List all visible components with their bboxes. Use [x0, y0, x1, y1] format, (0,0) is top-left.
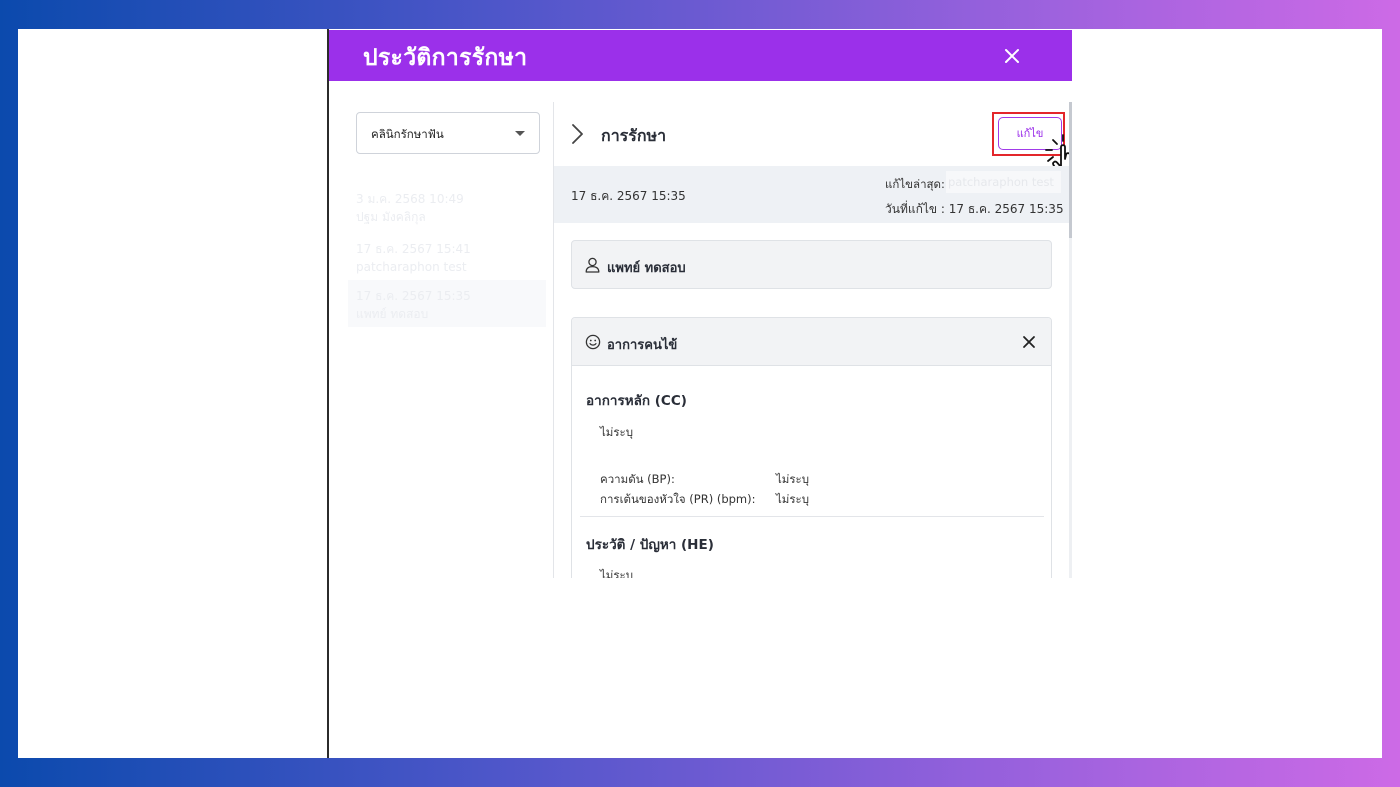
- record-info-bar: 17 ธ.ค. 2567 15:35 แก้ไขล่าสุด: patchara…: [554, 166, 1069, 223]
- section-divider: [580, 516, 1044, 517]
- user-icon: [585, 257, 600, 273]
- close-icon[interactable]: [1021, 334, 1037, 350]
- record-date: 17 ธ.ค. 2567 15:35: [571, 189, 686, 203]
- he-value: ไม่ระบุ: [600, 568, 634, 578]
- history-item-date: 17 ธ.ค. 2567 15:35: [356, 289, 471, 303]
- history-item-date: 3 ม.ค. 2568 10:49: [356, 192, 464, 206]
- symptom-card: อาการคนไข้ อาการหลัก (CC) ไม่ระบุ ความดั…: [571, 317, 1052, 578]
- history-item[interactable]: 17 ธ.ค. 2567 15:41 patcharaphon test: [348, 233, 546, 280]
- detail-title: การรักษา: [601, 126, 667, 145]
- modal-header: ประวัติการรักษา: [329, 30, 1072, 81]
- last-edit-user: patcharaphon test: [946, 171, 1061, 193]
- cc-value: ไม่ระบุ: [600, 425, 634, 439]
- chevron-right-icon[interactable]: [569, 122, 585, 146]
- doctor-name: แพทย์ ทดสอบ: [607, 261, 686, 276]
- history-item-name: ปฐม มังคลิกุล: [356, 210, 426, 224]
- history-item-name: แพทย์ ทดสอบ: [356, 307, 429, 321]
- history-item-selected[interactable]: 17 ธ.ค. 2567 15:35 แพทย์ ทดสอบ: [348, 280, 546, 327]
- scrollbar-thumb[interactable]: [1069, 102, 1072, 238]
- symptom-card-header: อาการคนไข้: [572, 318, 1051, 366]
- history-item-date: 17 ธ.ค. 2567 15:41: [356, 242, 471, 256]
- clinic-select[interactable]: คลินิกรักษาฟัน: [356, 112, 540, 154]
- cc-title: อาการหลัก (CC): [586, 393, 687, 409]
- edit-date: วันที่แก้ไข : 17 ธ.ค. 2567 15:35: [885, 202, 1064, 216]
- smile-icon: [585, 334, 601, 350]
- chevron-down-icon: [515, 131, 525, 136]
- clinic-select-value: คลินิกรักษาฟัน: [371, 127, 444, 141]
- close-icon[interactable]: [999, 43, 1025, 69]
- last-edit-label: แก้ไขล่าสุด:: [885, 177, 945, 191]
- bp-value: ไม่ระบุ: [776, 472, 810, 486]
- treatment-history-modal: ประวัติการรักษา คลินิกรักษาฟัน 3 ม.ค. 25…: [329, 30, 1072, 578]
- doctor-card: แพทย์ ทดสอบ: [571, 240, 1052, 289]
- symptom-card-title: อาการคนไข้: [607, 338, 678, 353]
- pr-label: การเต้นของหัวใจ (PR) (bpm):: [600, 492, 756, 506]
- history-item[interactable]: 3 ม.ค. 2568 10:49 ปฐม มังคลิกุล: [348, 183, 546, 230]
- modal-title: ประวัติการรักษา: [363, 45, 528, 71]
- bp-label: ความดัน (BP):: [600, 472, 675, 486]
- he-title: ประวัติ / ปัญหา (HE): [586, 537, 714, 553]
- history-item-name: patcharaphon test: [356, 260, 467, 274]
- pr-value: ไม่ระบุ: [776, 492, 810, 506]
